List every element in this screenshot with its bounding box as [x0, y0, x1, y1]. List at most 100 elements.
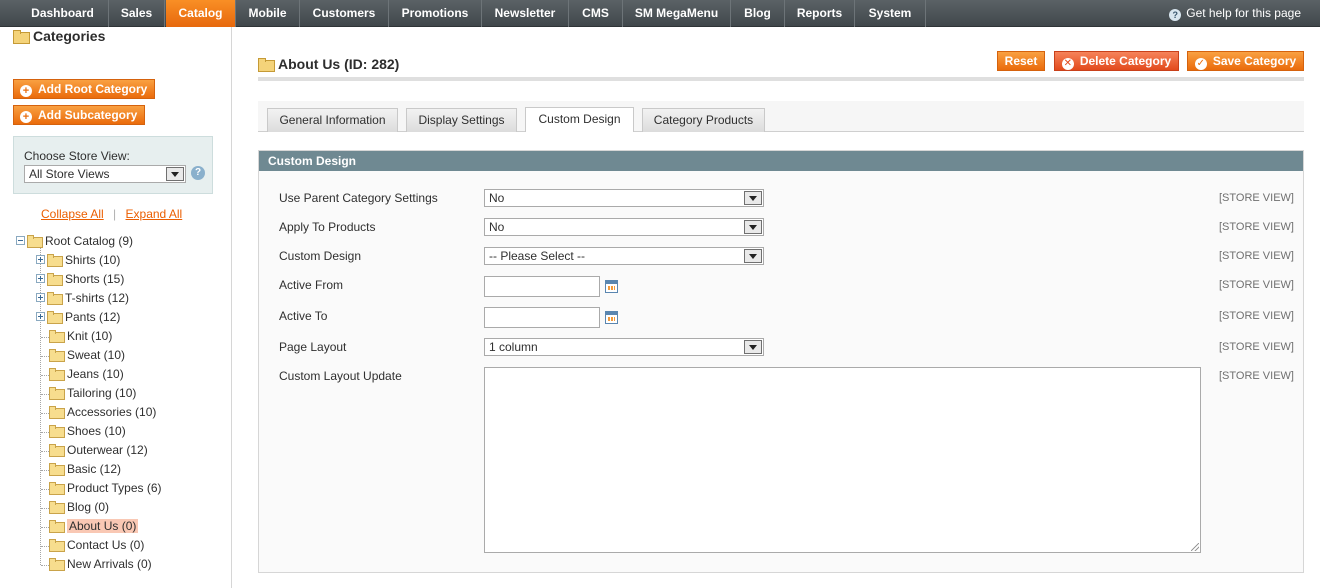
tree-node-label: Outerwear (12)	[67, 443, 148, 457]
tree-node[interactable]: Shoes (10)	[36, 422, 126, 441]
layout-update-label: Custom Layout Update	[279, 369, 402, 383]
collapse-all-link[interactable]: Collapse All	[41, 207, 104, 221]
folder-icon	[49, 406, 65, 419]
resize-grip-icon[interactable]	[1191, 543, 1199, 551]
page-title-text: About Us (ID: 282)	[278, 56, 400, 72]
tree-connector	[41, 489, 49, 490]
tree-node-label: T-shirts (12)	[65, 291, 130, 305]
apply-products-select[interactable]: No	[484, 218, 764, 236]
folder-icon	[47, 311, 63, 324]
section-header: Custom Design	[259, 151, 1303, 171]
tree-node-label: Accessories (10)	[67, 405, 157, 419]
tree-node[interactable]: Contact Us (0)	[36, 536, 144, 555]
delete-category-label: Delete Category	[1079, 54, 1172, 68]
tree-node[interactable]: Product Types (6)	[36, 479, 162, 498]
save-category-button[interactable]: ✓ Save Category	[1187, 51, 1304, 71]
tree-connector	[41, 470, 49, 471]
tree-node[interactable]: Basic (12)	[36, 460, 121, 479]
tree-node[interactable]: Shorts (15)	[36, 270, 124, 289]
tree-node[interactable]: Tailoring (10)	[36, 384, 136, 403]
chevron-down-icon	[744, 191, 762, 205]
add-subcategory-button[interactable]: + Add Subcategory	[13, 105, 146, 125]
active-to-input[interactable]	[484, 307, 600, 328]
tree-node-label: Tailoring (10)	[67, 386, 137, 400]
use-parent-label: Use Parent Category Settings	[279, 191, 438, 205]
tree-node[interactable]: Blog (0)	[36, 498, 109, 517]
tree-node-label: Shorts (15)	[65, 272, 125, 286]
tree-node-label: About Us (0)	[67, 519, 139, 533]
store-view-value: All Store Views	[29, 167, 110, 181]
tree-node-label: Root Catalog (9)	[45, 234, 134, 248]
custom-design-value: -- Please Select --	[489, 249, 586, 263]
tree-connector	[41, 337, 49, 338]
tree-node[interactable]: Outerwear (12)	[36, 441, 148, 460]
nav-system[interactable]: System	[855, 0, 926, 27]
nav-sales[interactable]: Sales	[109, 0, 165, 27]
nav-sm-megamenu[interactable]: SM MegaMenu	[623, 0, 731, 27]
tree-node[interactable]: Knit (10)	[36, 327, 112, 346]
chevron-down-icon	[744, 249, 762, 263]
delete-category-button[interactable]: ✕ Delete Category	[1054, 51, 1179, 71]
scope-label: [STORE VIEW]	[1219, 310, 1294, 322]
nav-reports[interactable]: Reports	[785, 0, 855, 27]
calendar-icon[interactable]	[605, 280, 618, 293]
expand-all-link[interactable]: Expand All	[126, 207, 183, 221]
custom-design-select[interactable]: -- Please Select --	[484, 247, 764, 265]
tab-category-products[interactable]: Category Products	[642, 108, 765, 132]
nav-promotions[interactable]: Promotions	[389, 0, 482, 27]
store-view-box: Choose Store View: All Store Views ?	[13, 136, 213, 194]
reset-label: Reset	[1004, 54, 1038, 68]
nav-mobile[interactable]: Mobile	[236, 0, 300, 27]
scope-label: [STORE VIEW]	[1219, 279, 1294, 291]
folder-icon	[49, 539, 65, 552]
expand-icon[interactable]	[36, 255, 45, 264]
tree-node[interactable]: T-shirts (12)	[36, 289, 129, 308]
active-from-input[interactable]	[484, 276, 600, 297]
tab-general-information[interactable]: General Information	[267, 108, 398, 132]
reset-button[interactable]: Reset	[997, 51, 1045, 71]
folder-icon	[49, 482, 65, 495]
tree-connector	[41, 375, 49, 376]
tree-node-label: Shirts (10)	[65, 253, 121, 267]
use-parent-select[interactable]: No	[484, 189, 764, 207]
top-navigation: Dashboard Sales Catalog Mobile Customers…	[0, 0, 1320, 27]
tree-node[interactable]: Shirts (10)	[36, 251, 120, 270]
help-label: Get help for this page	[1186, 6, 1301, 20]
nav-customers[interactable]: Customers	[300, 0, 389, 27]
calendar-icon[interactable]	[605, 311, 618, 324]
tree-node[interactable]: Accessories (10)	[36, 403, 156, 422]
folder-icon	[258, 58, 275, 72]
nav-cms[interactable]: CMS	[569, 0, 623, 27]
nav-blog[interactable]: Blog	[731, 0, 785, 27]
scope-label: [STORE VIEW]	[1219, 250, 1294, 262]
expand-icon[interactable]	[36, 274, 45, 283]
tree-node-label: New Arrivals (0)	[67, 557, 152, 571]
nav-newsletter[interactable]: Newsletter	[482, 0, 569, 27]
tree-node[interactable]: Sweat (10)	[36, 346, 125, 365]
layout-update-textarea[interactable]	[484, 367, 1201, 553]
folder-icon	[47, 254, 63, 267]
tree-node[interactable]: About Us (0)	[36, 517, 139, 536]
add-root-category-button[interactable]: + Add Root Category	[13, 79, 156, 99]
tree-node[interactable]: Jeans (10)	[36, 365, 124, 384]
add-subcategory-label: Add Subcategory	[38, 108, 138, 122]
expand-icon[interactable]	[36, 312, 45, 321]
expand-icon[interactable]	[36, 293, 45, 302]
question-icon[interactable]: ?	[191, 166, 205, 180]
chevron-down-icon	[744, 220, 762, 234]
tab-display-settings[interactable]: Display Settings	[406, 108, 517, 132]
use-parent-value: No	[489, 191, 505, 205]
help-link[interactable]: ? Get help for this page	[1169, 0, 1301, 27]
tree-node[interactable]: Pants (12)	[36, 308, 120, 327]
store-view-select[interactable]: All Store Views	[24, 165, 186, 183]
nav-dashboard[interactable]: Dashboard	[17, 0, 109, 27]
tree-node[interactable]: Root Catalog (9)	[16, 232, 133, 251]
page-layout-label: Page Layout	[279, 340, 347, 354]
tree-node[interactable]: New Arrivals (0)	[36, 555, 152, 574]
title-divider	[258, 77, 1304, 81]
scope-label: [STORE VIEW]	[1219, 341, 1294, 353]
nav-catalog[interactable]: Catalog	[166, 0, 236, 27]
page-layout-select[interactable]: 1 column	[484, 338, 764, 356]
tab-custom-design[interactable]: Custom Design	[525, 107, 634, 132]
collapse-icon[interactable]	[16, 236, 25, 245]
